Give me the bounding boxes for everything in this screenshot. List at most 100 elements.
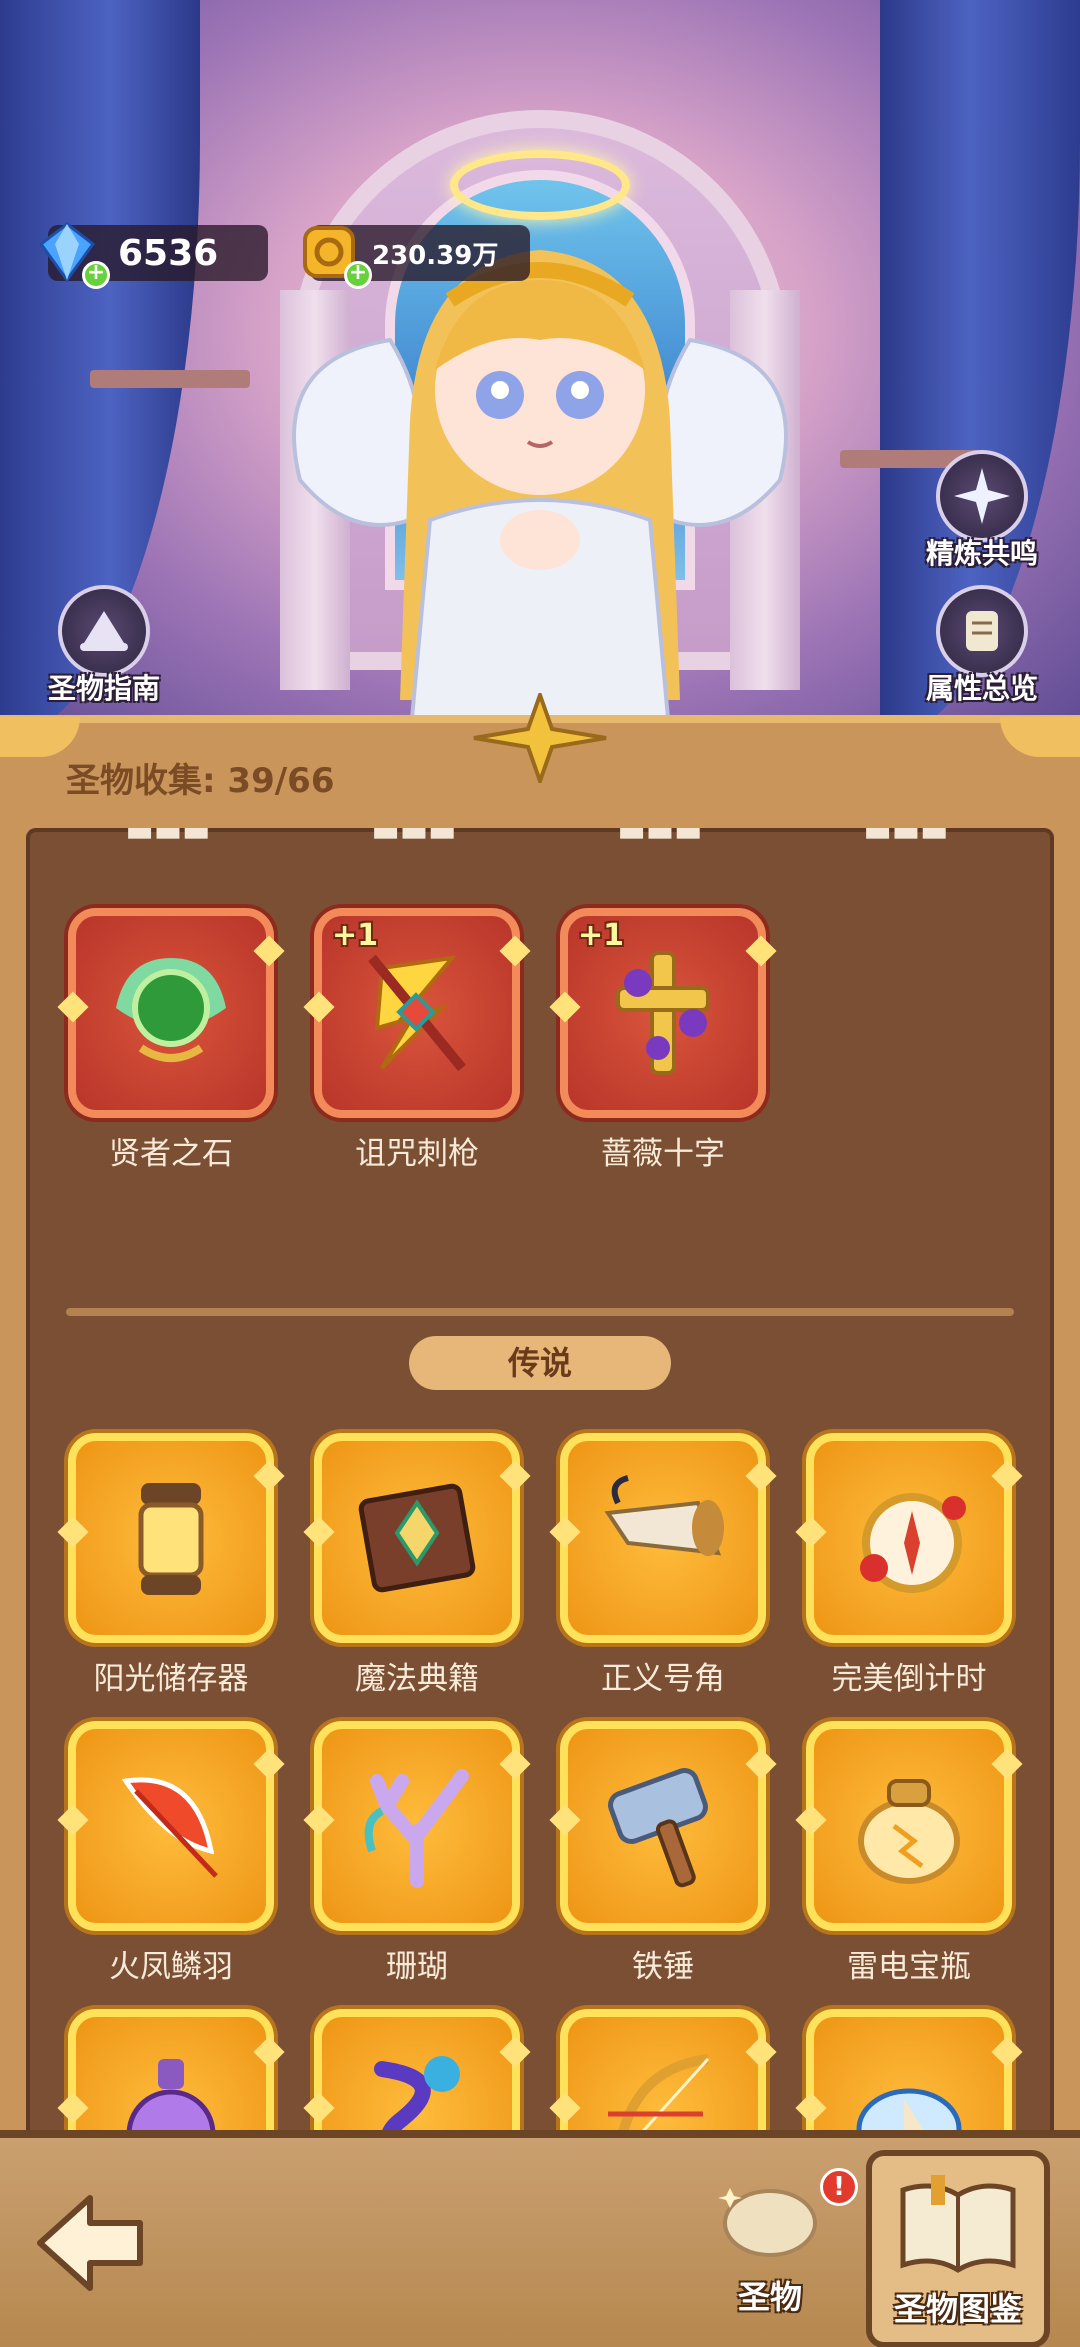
relic-item[interactable]: 正义号角 bbox=[549, 1433, 777, 1698]
iron-hammer-icon bbox=[608, 1767, 708, 1888]
relic-grid-scroll[interactable]: ■■■ ■■■ ■■■ ■■■ 贤者之石 +1 bbox=[26, 828, 1054, 2148]
sparkle-icon bbox=[549, 991, 581, 1023]
tab-relics[interactable]: ! 圣物 bbox=[690, 2168, 858, 2318]
relic-card: +1 bbox=[549, 908, 777, 1118]
thunder-vase-icon bbox=[858, 1779, 960, 1884]
relic-name: 珊瑚 bbox=[386, 1949, 448, 1985]
relic-item[interactable]: 铁锤 bbox=[549, 1721, 777, 1986]
sparkle-icon bbox=[57, 2092, 89, 2124]
tab-relic-codex[interactable]: 圣物图鉴 bbox=[866, 2150, 1050, 2347]
sparkle-icon bbox=[745, 935, 777, 967]
sparkle-icon bbox=[991, 2036, 1023, 2068]
sparkle-icon bbox=[795, 2092, 827, 2124]
relic-codex-panel: 圣物收集: 39/66 ■■■ ■■■ ■■■ ■■■ 贤者之石 +1 bbox=[0, 693, 1080, 2148]
sparkle-icon bbox=[303, 1516, 335, 1548]
sparkle-icon bbox=[253, 935, 285, 967]
sparkle-icon bbox=[303, 991, 335, 1023]
relic-item[interactable]: 完美倒计时 bbox=[795, 1433, 1023, 1698]
relic-guide-label: 圣物指南 bbox=[47, 672, 160, 705]
sparkle-icon bbox=[745, 2036, 777, 2068]
relic-card bbox=[57, 1433, 285, 1643]
phoenix-feather-icon bbox=[121, 1777, 218, 1878]
previous-row-names: ■■■ ■■■ ■■■ ■■■ bbox=[26, 828, 1054, 856]
gem-amount: 6536 bbox=[118, 232, 219, 274]
relic-item[interactable]: +1 诅咒刺枪 bbox=[303, 908, 531, 1173]
sparkle-icon bbox=[499, 1460, 531, 1492]
relic-item[interactable]: 珊瑚 bbox=[303, 1721, 531, 1986]
relic-name: 雷电宝瓶 bbox=[847, 1949, 971, 1985]
sparkle-icon bbox=[795, 1516, 827, 1548]
relic-item[interactable]: 魔法典籍 bbox=[303, 1433, 531, 1698]
sparkle-icon bbox=[57, 1804, 89, 1836]
bottom-nav: ! 圣物 圣物图鉴 bbox=[0, 2130, 1080, 2347]
sparkle-icon bbox=[499, 935, 531, 967]
relic-card bbox=[549, 1721, 777, 1931]
justice-horn-icon bbox=[604, 1475, 724, 1556]
star-compass-icon bbox=[936, 450, 1028, 542]
panel-corner-right bbox=[1000, 717, 1080, 757]
relic-name: 贤者之石 bbox=[109, 1136, 233, 1172]
open-book-icon bbox=[900, 2175, 1016, 2273]
relic-name: 铁锤 bbox=[632, 1949, 694, 1985]
relic-item[interactable] bbox=[57, 2009, 285, 2148]
sparkle-icon bbox=[253, 2036, 285, 2068]
clipped-name: ■■■ bbox=[806, 828, 1006, 843]
gem-counter[interactable]: + 6536 bbox=[38, 222, 268, 289]
upgrade-badge: +1 bbox=[578, 918, 625, 953]
relic-item[interactable] bbox=[549, 2009, 777, 2148]
relic-item[interactable]: 雷电宝瓶 bbox=[795, 1721, 1023, 1986]
relic-card bbox=[795, 2009, 1023, 2148]
relic-item[interactable] bbox=[795, 2009, 1023, 2148]
sparkle-icon bbox=[57, 991, 89, 1023]
back-arrow-icon bbox=[37, 2195, 143, 2291]
relic-name: 火凤鳞羽 bbox=[109, 1949, 233, 1985]
relic-name: 阳光储存器 bbox=[93, 1661, 249, 1697]
relic-item[interactable]: 阳光储存器 bbox=[57, 1433, 285, 1698]
sparkle-icon bbox=[499, 2036, 531, 2068]
sparkle-icon bbox=[745, 1460, 777, 1492]
coral-icon bbox=[364, 1769, 469, 1888]
sparkle-icon bbox=[253, 1748, 285, 1780]
refine-resonance-label: 精炼共鸣 bbox=[925, 537, 1038, 570]
sunlight-lantern-icon bbox=[138, 1483, 204, 1595]
sage-stone-icon bbox=[116, 958, 226, 1062]
relic-item[interactable]: 贤者之石 bbox=[57, 908, 285, 1173]
angel-character bbox=[292, 250, 788, 740]
attribute-overview-button[interactable]: 属性总览 bbox=[912, 585, 1052, 707]
relic-card bbox=[303, 1433, 531, 1643]
relic-card: +1 bbox=[303, 908, 531, 1118]
relic-name: 正义号角 bbox=[601, 1661, 725, 1697]
legendary-section-header: 传说 bbox=[409, 1336, 671, 1390]
magic-tome-icon bbox=[358, 1483, 476, 1593]
relic-card bbox=[795, 1433, 1023, 1643]
sparkle-icon bbox=[549, 2092, 581, 2124]
relic-item[interactable]: +1 蔷薇十字 bbox=[549, 908, 777, 1173]
relic-card bbox=[303, 2009, 531, 2148]
sparkle-icon bbox=[57, 1516, 89, 1548]
relic-card bbox=[549, 1433, 777, 1643]
relic-item[interactable] bbox=[303, 2009, 531, 2148]
relic-card bbox=[57, 1721, 285, 1931]
wizard-hat-icon bbox=[58, 585, 150, 677]
sparkle-icon bbox=[303, 1804, 335, 1836]
pocket-watch-icon bbox=[860, 1493, 966, 1593]
sparkle-icon bbox=[499, 1748, 531, 1780]
clipped-name: ■■■ bbox=[314, 828, 514, 843]
halo bbox=[450, 150, 630, 220]
add-gems-icon[interactable]: + bbox=[82, 261, 110, 289]
add-gold-icon[interactable]: + bbox=[344, 261, 372, 289]
relic-card bbox=[303, 1721, 531, 1931]
collection-count: 圣物收集: 39/66 bbox=[66, 761, 335, 801]
relic-item[interactable]: 火凤鳞羽 bbox=[57, 1721, 285, 1986]
clipped-name: ■■■ bbox=[560, 828, 760, 843]
section-divider bbox=[66, 1308, 1014, 1316]
upgrade-badge: +1 bbox=[332, 918, 379, 953]
relic-name: 蔷薇十字 bbox=[601, 1136, 725, 1172]
sparkle-icon bbox=[991, 1460, 1023, 1492]
relic-guide-button[interactable]: 圣物指南 bbox=[34, 585, 174, 707]
tab-relic-codex-label: 圣物图鉴 bbox=[893, 2290, 1022, 2328]
back-button[interactable] bbox=[30, 2188, 150, 2298]
sparkle-icon bbox=[549, 1804, 581, 1836]
gold-counter[interactable]: + 230.39万 bbox=[303, 225, 530, 289]
refine-resonance-button[interactable]: 精炼共鸣 bbox=[912, 450, 1052, 572]
